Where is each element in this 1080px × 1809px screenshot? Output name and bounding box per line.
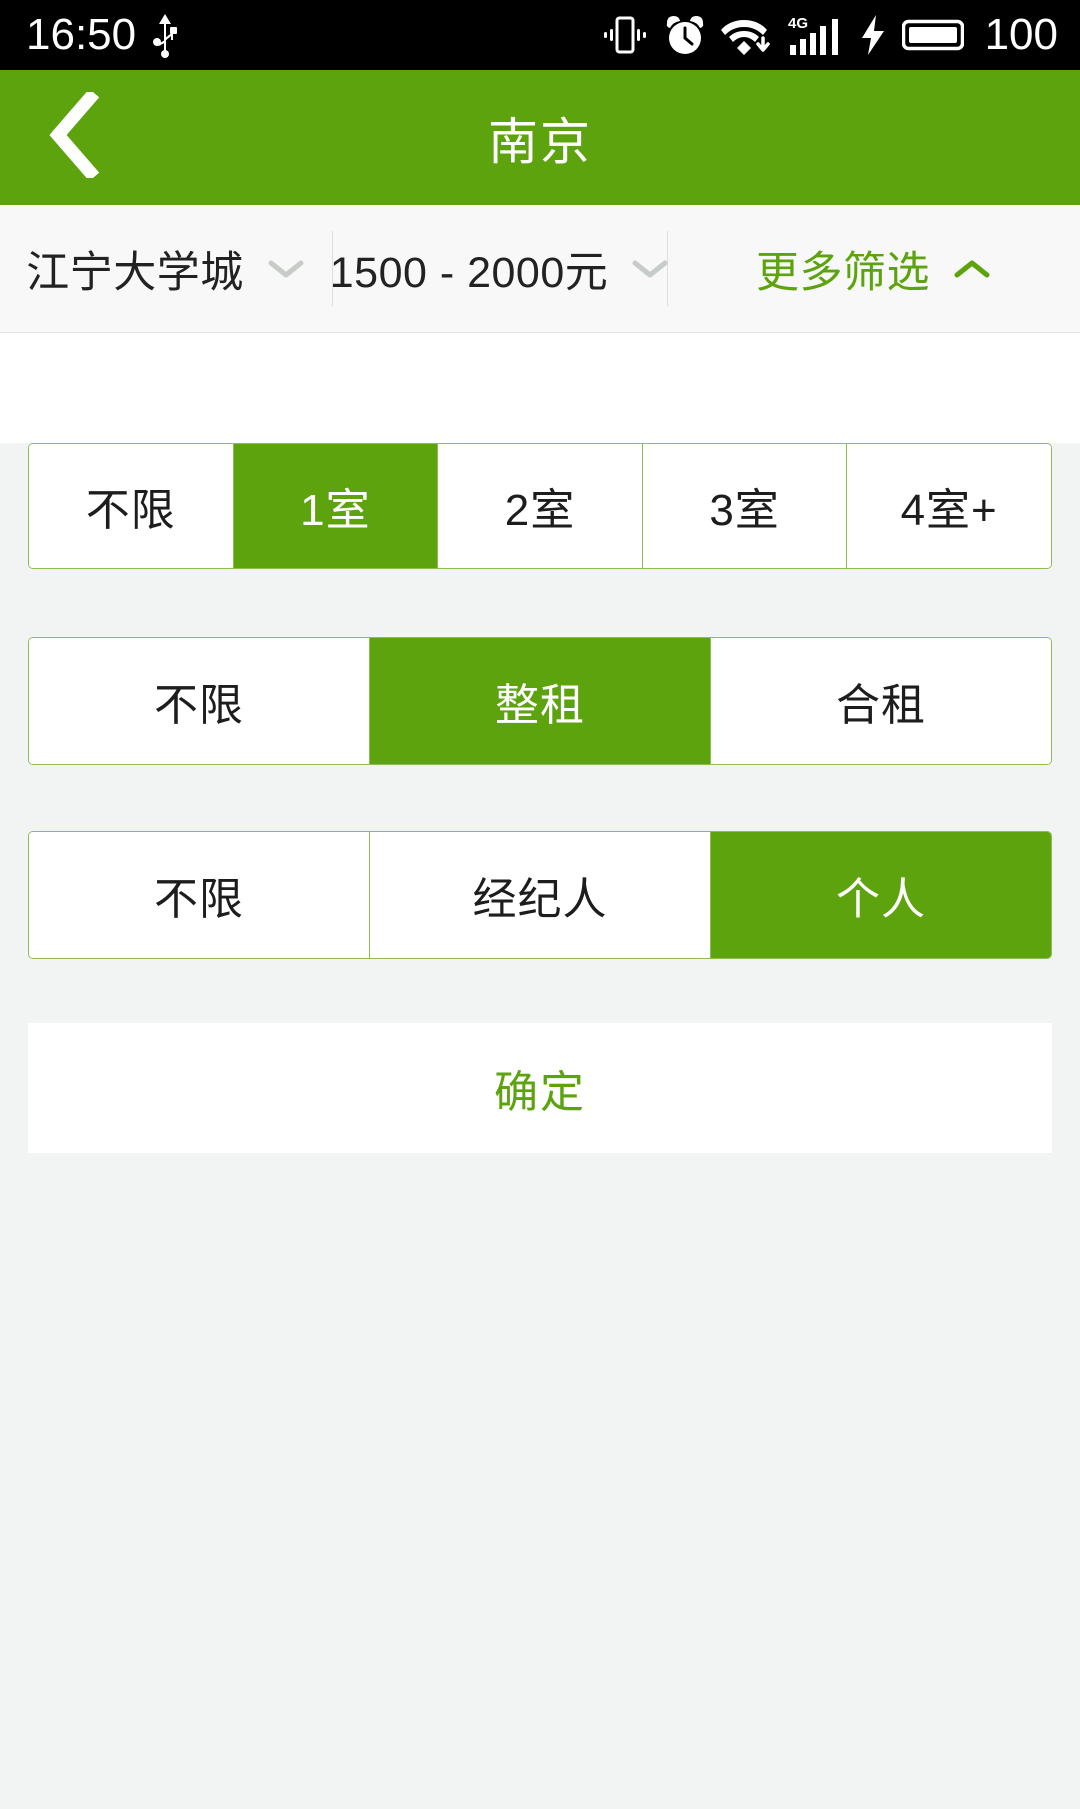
segment-option[interactable]: 3室: [642, 444, 848, 568]
segmented-control-room-count: 不限 1室 2室 3室 4室+: [28, 443, 1052, 569]
svg-text:4G: 4G: [788, 15, 808, 32]
segment-option[interactable]: 经纪人: [370, 832, 711, 958]
4g-signal-icon: 4G: [788, 14, 844, 56]
filter-bar: 江宁大学城 1500 - 2000元 更多筛选: [0, 205, 1080, 333]
filter-location-dropdown[interactable]: 江宁大学城: [0, 205, 332, 332]
usb-icon: [150, 12, 180, 58]
filter-location-label: 江宁大学城: [26, 248, 244, 297]
back-button[interactable]: [26, 70, 122, 205]
chevron-down-icon: [630, 257, 670, 281]
segment-option[interactable]: 个人: [711, 832, 1051, 958]
confirm-button[interactable]: 确定: [28, 1023, 1052, 1153]
status-bar-right: 4G 100: [601, 13, 1058, 57]
segmented-control-rent-type: 不限 整租 合租: [28, 637, 1052, 765]
vibrate-icon: [601, 15, 649, 55]
chevron-up-icon: [952, 257, 992, 281]
segment-option[interactable]: 1室: [233, 444, 439, 568]
status-bar: 16:50 4G 100: [0, 0, 1080, 70]
app-header: 南京: [0, 70, 1080, 205]
filter-price-label: 1500 - 2000元: [329, 248, 609, 297]
more-filters-label: 更多筛选: [756, 248, 930, 297]
filter-panel: 不限 1室 2室 3室 4室+ 不限 整租 合租 不限 经纪人 个人 确定: [0, 443, 1080, 1809]
status-bar-clock: 16:50: [26, 10, 137, 59]
wifi-download-icon: [720, 14, 773, 56]
alarm-clock-icon: [664, 14, 706, 56]
segment-option[interactable]: 整租: [370, 638, 711, 764]
segment-option[interactable]: 不限: [29, 638, 370, 764]
confirm-button-wrapper: 确定: [28, 1023, 1052, 1153]
charging-bolt-icon: [859, 14, 887, 56]
segment-option[interactable]: 2室: [438, 444, 643, 568]
more-filters-toggle[interactable]: 更多筛选: [668, 205, 1080, 332]
segmented-control-publisher-type: 不限 经纪人 个人: [28, 831, 1052, 959]
segment-option[interactable]: 不限: [29, 832, 370, 958]
segment-option[interactable]: 合租: [711, 638, 1051, 764]
page-title: 南京: [488, 113, 592, 170]
filter-price-dropdown[interactable]: 1500 - 2000元: [329, 205, 670, 332]
battery-percent: 100: [984, 10, 1058, 59]
segment-option[interactable]: 4室+: [847, 444, 1051, 568]
battery-icon: [901, 14, 964, 56]
segment-option[interactable]: 不限: [29, 444, 234, 568]
chevron-left-icon: [46, 88, 102, 183]
chevron-down-icon: [266, 257, 306, 281]
status-bar-left: 16:50: [26, 12, 180, 58]
